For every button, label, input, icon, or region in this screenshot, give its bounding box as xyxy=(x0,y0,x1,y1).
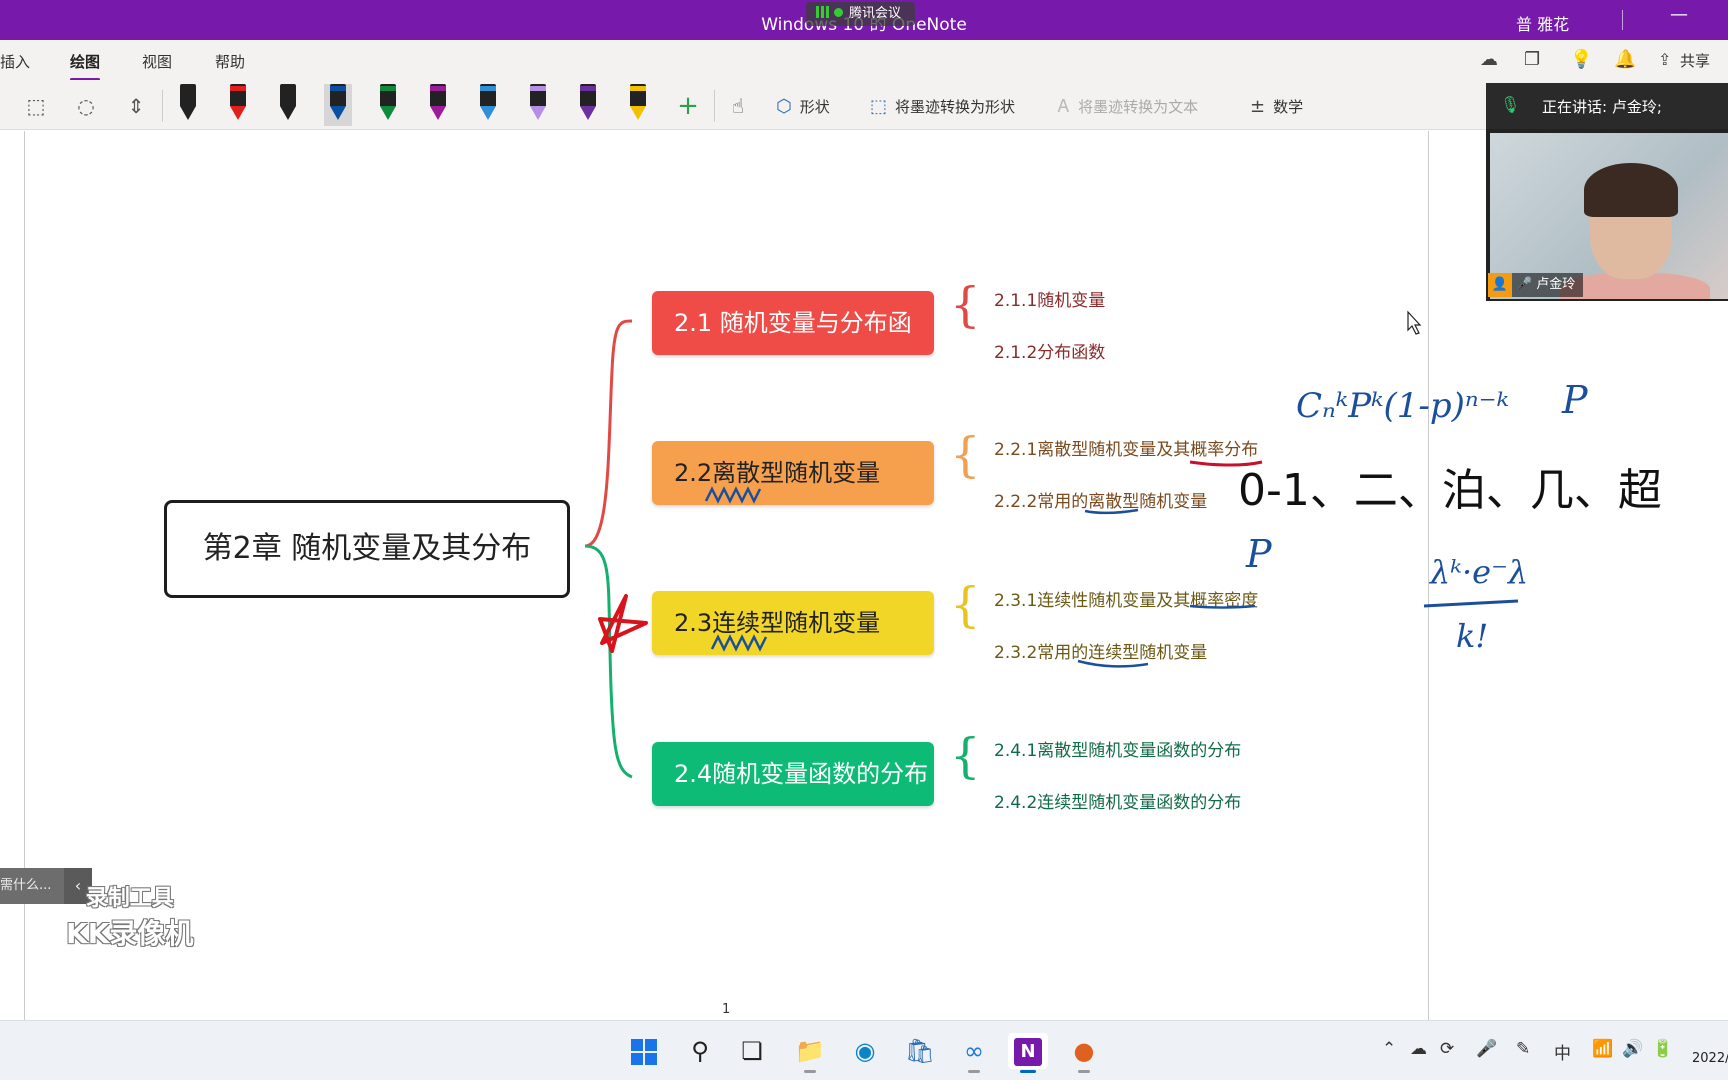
pen-tool-2[interactable] xyxy=(224,84,252,126)
touch-draw-icon[interactable]: ☝ xyxy=(722,90,754,122)
speaking-label: 正在讲话: 卢金玲; xyxy=(1542,98,1662,116)
bell-icon[interactable]: 🔔 xyxy=(1614,49,1636,70)
ink-to-text-icon: Ꭺ xyxy=(1058,96,1071,117)
mic-icon: 🎙 xyxy=(1500,95,1521,114)
pages-icon[interactable]: ❐ xyxy=(1524,49,1540,70)
ink-poisson-denominator: k! xyxy=(1456,617,1488,655)
ink-underline-blue xyxy=(1189,604,1256,609)
ink-p-2: P xyxy=(1245,532,1273,576)
microphone-icon[interactable]: 🎤 xyxy=(1476,1039,1497,1059)
watermark-line-2: KK录像机 xyxy=(66,917,194,950)
tab-view[interactable]: 视图 xyxy=(142,51,172,72)
signal-icon xyxy=(816,6,830,18)
divider xyxy=(1622,10,1623,30)
tab-help[interactable]: 帮助 xyxy=(215,51,245,72)
sync-icon[interactable]: ⟳ xyxy=(1440,1039,1454,1059)
divider xyxy=(714,90,715,122)
side-panel-label: 需什么... xyxy=(0,878,52,893)
ink-underline-blue xyxy=(1084,508,1139,515)
wifi-icon[interactable]: 📶 xyxy=(1592,1039,1613,1059)
meeting-label: 腾讯会议 xyxy=(849,6,902,21)
meeting-badge[interactable]: 腾讯会议 xyxy=(806,2,916,26)
onedrive-icon[interactable]: ☁ xyxy=(1410,1039,1427,1059)
ink-to-shape-icon: ⬚ xyxy=(870,96,888,117)
lasso-text-icon[interactable]: ⬚ xyxy=(20,90,52,122)
store-icon[interactable]: 🛍 xyxy=(900,1033,940,1069)
avatar-icon: 👤 xyxy=(1488,273,1512,297)
file-explorer-icon[interactable]: 📁 xyxy=(790,1033,830,1073)
ink-star xyxy=(598,594,648,653)
share-button[interactable]: 共享 xyxy=(1680,50,1710,71)
participant-name: 卢金玲 xyxy=(1536,277,1576,292)
ink-p-1: P xyxy=(1561,378,1589,422)
minimize-icon[interactable]: — xyxy=(1670,4,1688,25)
chevron-up-icon[interactable]: ⌃ xyxy=(1382,1039,1396,1059)
pen-tool-7[interactable] xyxy=(474,84,502,126)
ink-wave xyxy=(710,634,768,652)
pen-tool-5[interactable] xyxy=(374,84,402,126)
add-space-icon[interactable]: ⇕ xyxy=(120,90,152,122)
pen-tool-8[interactable] xyxy=(524,84,552,126)
ink-to-shape-label: 将墨迹转换为形状 xyxy=(895,98,1016,116)
pen-tool-4[interactable] xyxy=(324,84,352,126)
edge-icon[interactable]: ◉ xyxy=(845,1033,885,1069)
shapes-button[interactable]: ⬡ 形状 xyxy=(776,96,830,117)
math-icon: ± xyxy=(1250,96,1266,117)
ink-binomial: CₙᵏPᵏ(1-p)ⁿ⁻ᵏ xyxy=(1296,386,1509,426)
pen-tool-1[interactable] xyxy=(174,84,202,126)
divider xyxy=(162,90,163,122)
task-view-icon[interactable]: ❏ xyxy=(732,1033,772,1069)
menu-bar: 插入 绘图 视图 帮助 ☁ ❐ 💡 🔔 ⇪ 共享 xyxy=(0,40,1728,81)
mic-icon: 🎤 xyxy=(1516,277,1533,292)
ink-to-shape-button[interactable]: ⬚ 将墨迹转换为形状 xyxy=(870,96,1015,117)
math-button[interactable]: ± 数学 xyxy=(1250,96,1303,117)
ink-to-text-button[interactable]: Ꭺ 将墨迹转换为文本 xyxy=(1058,96,1198,117)
add-pen-icon[interactable]: + xyxy=(672,90,704,122)
lasso-select-icon[interactable]: ◌ xyxy=(70,90,102,122)
pen-tool-10[interactable] xyxy=(624,84,652,126)
ink-to-text-label: 将墨迹转换为文本 xyxy=(1078,98,1199,116)
share-icon[interactable]: ⇪ xyxy=(1658,50,1671,69)
page-number: 1 xyxy=(722,1002,731,1017)
taskbar: ⚲ ❏ 📁 ◉ 🛍 ∞ N ● ⌃ ☁ ⟳ 🎤 ✎ 中 📶 🔊 🔋 2022/ xyxy=(0,1020,1728,1080)
title-bar: Windows 10 的 OneNote 腾讯会议 普 雅花 — xyxy=(0,0,1728,40)
ink-distributions: 0-1、二、泊、几、超 xyxy=(1238,465,1662,516)
search-icon[interactable]: ⚲ xyxy=(680,1033,720,1069)
kk-recorder-icon[interactable]: ● xyxy=(1064,1033,1104,1073)
lightbulb-icon[interactable]: 💡 xyxy=(1570,49,1592,70)
ink-annotations[interactable]: CₙᵏPᵏ(1-p)ⁿ⁻ᵏ P 0-1、二、泊、几、超 P λᵏ·e⁻λ k! xyxy=(0,131,1728,1020)
volume-icon[interactable]: 🔊 xyxy=(1622,1039,1643,1059)
pen-icon[interactable]: ✎ xyxy=(1516,1039,1530,1059)
clock[interactable]: 2022/ xyxy=(1692,1051,1728,1066)
status-dot-icon xyxy=(834,8,843,17)
draw-ribbon: ⬚ ◌ ⇕ + ☝ ⬡ 形状 ⬚ 将墨迹转换为形状 Ꭺ 将墨迹转换为文本 ± 数学 xyxy=(0,80,1728,130)
shapes-icon: ⬡ xyxy=(776,96,792,117)
pen-tool-6[interactable] xyxy=(424,84,452,126)
recorder-watermark: 录制工具 KK录像机 xyxy=(66,880,193,952)
battery-icon[interactable]: 🔋 xyxy=(1652,1039,1673,1059)
ink-wave xyxy=(704,486,762,504)
person-hair xyxy=(1584,163,1678,217)
user-name[interactable]: 普 雅花 xyxy=(1516,11,1569,35)
shapes-label: 形状 xyxy=(799,98,830,116)
speaker-bar: 🎙 正在讲话: 卢金玲; xyxy=(1486,83,1728,129)
start-icon[interactable] xyxy=(624,1033,664,1069)
pen-tool-9[interactable] xyxy=(574,84,602,126)
ink-poisson-numerator: λᵏ·e⁻λ xyxy=(1428,553,1528,591)
onenote-icon[interactable]: N xyxy=(1008,1033,1048,1073)
pen-tool-3[interactable] xyxy=(274,84,302,126)
tencent-meeting-icon[interactable]: ∞ xyxy=(954,1033,994,1073)
watermark-line-1: 录制工具 xyxy=(85,886,174,911)
participant-tag: 👤 🎤 卢金玲 xyxy=(1488,273,1584,297)
ink-fraction-bar xyxy=(1423,599,1519,608)
tab-draw[interactable]: 绘图 xyxy=(70,51,101,81)
ime-indicator[interactable]: 中 xyxy=(1554,1039,1571,1064)
math-label: 数学 xyxy=(1273,98,1304,116)
ink-underline-blue xyxy=(1077,659,1149,668)
sync-icon[interactable]: ☁ xyxy=(1480,49,1498,70)
tab-insert[interactable]: 插入 xyxy=(0,51,30,72)
video-panel[interactable]: 🎙 正在讲话: 卢金玲; 👤 🎤 卢金玲 xyxy=(1486,83,1728,301)
note-page[interactable]: 第2章 随机变量及其分布 2.1 随机变量与分布函数 { 2.1.1随机变量 2… xyxy=(0,131,1728,1020)
cursor-icon xyxy=(1407,310,1422,335)
